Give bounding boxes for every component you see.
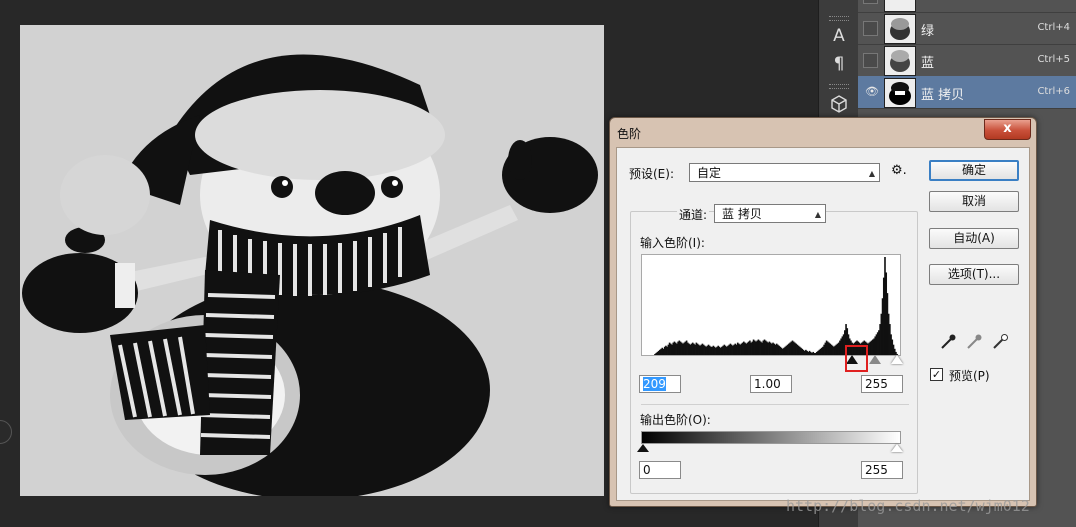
preset-options-gear-icon[interactable]: ⚙. [891, 163, 907, 178]
gray-eyedropper-icon[interactable] [965, 333, 983, 351]
dialog-body: 预设(E): 自定 ▲ ⚙. 通道: 蓝 拷贝 ▲ 输入色阶(I): 209 1… [616, 147, 1030, 501]
output-white-field[interactable]: 255 [861, 461, 903, 479]
input-gamma-field[interactable]: 1.00 [750, 375, 792, 393]
histogram-graph [654, 257, 898, 355]
input-levels-label: 输入色阶(I): [640, 236, 705, 250]
dialog-title: 色阶 [617, 127, 642, 141]
black-eyedropper-icon[interactable] [939, 333, 957, 351]
watermark-text: http://blog.csdn.net/wjm012 [786, 497, 1030, 515]
close-button[interactable]: x [984, 119, 1031, 140]
options-button[interactable]: 选项(T)... [929, 264, 1019, 285]
select-arrows-icon: ▲ [868, 169, 875, 178]
channel-label: 通道: [677, 206, 710, 223]
channel-select[interactable]: 蓝 拷贝 ▲ [714, 204, 826, 223]
visibility-toggle[interactable] [863, 53, 878, 68]
visibility-toggle[interactable] [863, 0, 878, 4]
input-white-slider[interactable] [891, 355, 903, 364]
eye-icon[interactable]: 👁 [865, 86, 879, 97]
white-eyedropper-icon[interactable] [991, 333, 1009, 351]
channel-thumbnail [884, 0, 916, 12]
cancel-button[interactable]: 取消 [929, 191, 1019, 212]
preset-value: 自定 [697, 166, 722, 180]
preview-label: 预览(P) [949, 369, 990, 383]
3d-panel-icon[interactable] [827, 92, 851, 116]
snowman-image [22, 54, 598, 496]
channel-name: 蓝 [921, 56, 935, 71]
output-black-slider[interactable] [637, 444, 649, 452]
channel-row-green[interactable]: 绿 Ctrl+4 [858, 12, 1076, 45]
divider [641, 404, 909, 405]
output-levels-label: 输出色阶(O): [640, 413, 711, 427]
document-canvas[interactable] [20, 25, 604, 496]
channel-name: 绿 [921, 24, 935, 39]
channel-thumbnail [884, 46, 916, 76]
panel-grip[interactable] [829, 16, 849, 21]
panel-grip[interactable] [829, 84, 849, 89]
channel-thumbnail [884, 78, 916, 108]
channel-name: 蓝 拷贝 [921, 88, 965, 103]
histogram [641, 254, 901, 356]
channel-value: 蓝 拷贝 [722, 207, 762, 221]
input-black-field[interactable]: 209 [639, 375, 681, 393]
paragraph-panel-icon[interactable]: ¶ [827, 52, 851, 76]
channel-row-blue[interactable]: 蓝 Ctrl+5 [858, 44, 1076, 77]
channel-shortcut: Ctrl+6 [1037, 86, 1070, 97]
select-arrows-icon: ▲ [814, 210, 821, 219]
channel-shortcut: Ctrl+5 [1037, 54, 1070, 65]
channel-shortcut: Ctrl+4 [1037, 22, 1070, 33]
auto-button[interactable]: 自动(A) [929, 228, 1019, 249]
input-white-field[interactable]: 255 [861, 375, 903, 393]
input-gamma-slider[interactable] [869, 355, 881, 364]
output-black-field[interactable]: 0 [639, 461, 681, 479]
levels-dialog: 色阶 x 预设(E): 自定 ▲ ⚙. 通道: 蓝 拷贝 ▲ 输入色阶(I): … [609, 117, 1037, 507]
output-white-slider[interactable] [891, 444, 903, 452]
preset-select[interactable]: 自定 ▲ [689, 163, 880, 182]
channel-thumbnail [884, 14, 916, 44]
preview-checkbox[interactable]: ✓ [930, 368, 943, 381]
annotation-highlight-box [845, 345, 868, 372]
output-gradient-bar [641, 431, 901, 444]
character-panel-icon[interactable]: A [827, 24, 851, 48]
visibility-toggle[interactable] [863, 21, 878, 36]
ok-button[interactable]: 确定 [929, 160, 1019, 181]
channel-row-blue-copy[interactable]: 👁 蓝 拷贝 Ctrl+6 [858, 76, 1076, 109]
preset-label: 预设(E): [629, 167, 674, 181]
